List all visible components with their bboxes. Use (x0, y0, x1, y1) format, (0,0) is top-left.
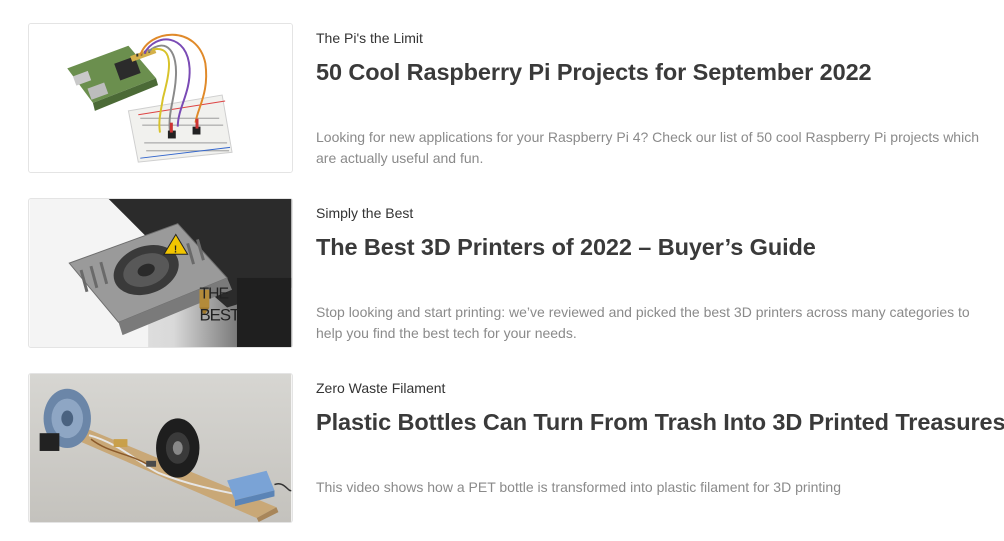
raspberry-pi-breadboard-image (29, 24, 292, 172)
article-excerpt: Stop looking and start printing: we’ve r… (316, 304, 970, 341)
article-kicker: Zero Waste Filament (316, 380, 446, 396)
article-text: The Pi's the Limit 50 Cool Raspberry Pi … (316, 23, 1004, 175)
article-excerpt: This video shows how a PET bottle is tra… (316, 479, 841, 495)
article-thumbnail-pet-filament[interactable] (28, 373, 293, 523)
article-card: Zero Waste Filament Plastic Bottles Can … (28, 373, 1004, 525)
article-title-link[interactable]: 50 Cool Raspberry Pi Projects for Septem… (316, 57, 1004, 87)
article-kicker: Simply the Best (316, 205, 414, 221)
article-thumbnail-raspberry-pi[interactable] (28, 23, 293, 173)
svg-text:!: ! (174, 244, 177, 255)
article-card: The Pi's the Limit 50 Cool Raspberry Pi … (28, 23, 1004, 175)
article-title-link[interactable]: The Best 3D Printers of 2022 – Buyer’s G… (316, 232, 1004, 262)
svg-text:BEST: BEST (199, 305, 240, 324)
image-overlay-text: THE (199, 286, 228, 303)
article-card: ! THE BEST Simply the Best The Best 3D P… (28, 198, 1004, 350)
article-kicker: The Pi's the Limit (316, 30, 423, 46)
pet-bottle-filament-machine-image (29, 374, 292, 522)
article-excerpt: Looking for new applications for your Ra… (316, 129, 979, 166)
article-thumbnail-3d-printers[interactable]: ! THE BEST (28, 198, 293, 348)
article-text: Zero Waste Filament Plastic Bottles Can … (316, 373, 1004, 525)
article-title-link[interactable]: Plastic Bottles Can Turn From Trash Into… (316, 407, 1004, 437)
3d-printer-hotend-image: ! THE BEST (29, 199, 292, 347)
article-text: Simply the Best The Best 3D Printers of … (316, 198, 1004, 350)
